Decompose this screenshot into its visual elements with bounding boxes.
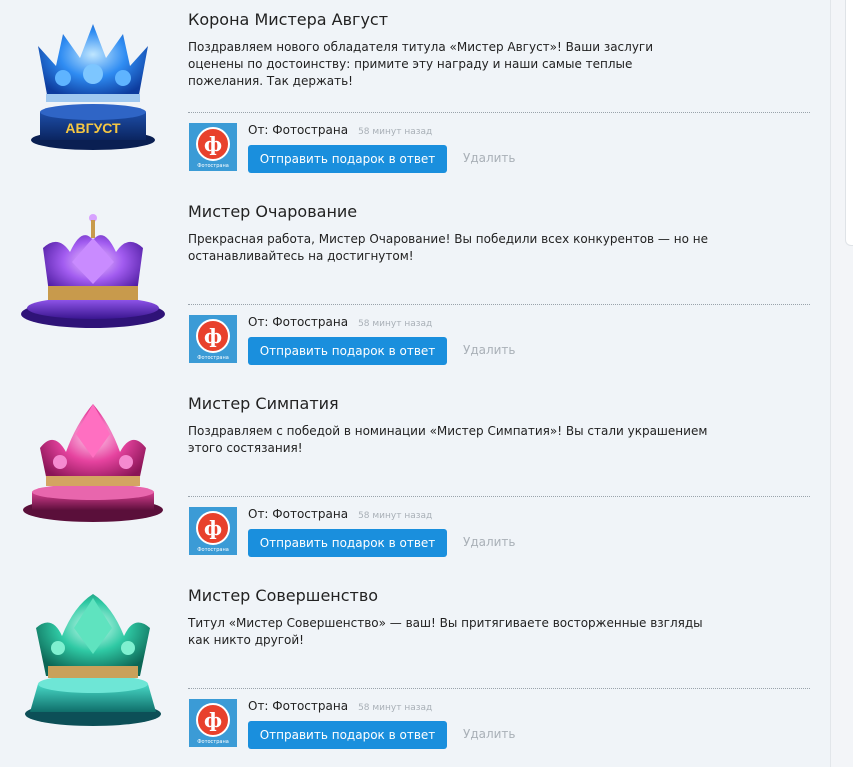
pink-crown-icon[interactable] xyxy=(18,400,168,540)
divider xyxy=(188,304,810,305)
send-gift-reply-button[interactable]: Отправить подарок в ответ xyxy=(248,337,447,365)
gift-title: Мистер Симпатия xyxy=(188,394,339,413)
gift-message: Поздравляем с победой в номинации «Мисте… xyxy=(188,424,708,455)
from-line: От: Фотострана 58 минут назад xyxy=(248,507,432,521)
from-label[interactable]: От: Фотострана xyxy=(248,507,348,521)
sender-avatar[interactable]: ф Фотострана xyxy=(189,315,237,363)
teal-crown-icon[interactable] xyxy=(18,588,168,728)
from-line: От: Фотострана 58 минут назад xyxy=(248,123,432,137)
divider xyxy=(188,496,810,497)
send-gift-reply-button[interactable]: Отправить подарок в ответ xyxy=(248,145,447,173)
from-label[interactable]: От: Фотострана xyxy=(248,123,348,137)
gifts-page: АВГУСТ Корона Мистера Август Поздравляем… xyxy=(0,0,853,767)
delete-link[interactable]: Удалить xyxy=(463,151,516,165)
delete-link[interactable]: Удалить xyxy=(463,343,516,357)
gift-message: Прекрасная работа, Мистер Очарование! Вы… xyxy=(188,232,708,263)
purple-crown-icon[interactable] xyxy=(18,212,168,352)
divider xyxy=(188,688,810,689)
crown-caption: АВГУСТ xyxy=(65,120,121,136)
gift-item: Мистер Очарование Прекрасная работа, Мис… xyxy=(0,194,830,386)
from-label[interactable]: От: Фотострана xyxy=(248,699,348,713)
gift-item: Мистер Совершенство Титул «Мистер Соверш… xyxy=(0,578,830,767)
send-gift-reply-button[interactable]: Отправить подарок в ответ xyxy=(248,721,447,749)
right-panel xyxy=(830,0,853,767)
gift-message: Титул «Мистер Совершенство» — ваш! Вы пр… xyxy=(188,616,703,647)
gift-item: Мистер Симпатия Поздравляем с победой в … xyxy=(0,386,830,578)
from-line: От: Фотострана 58 минут назад xyxy=(248,699,432,713)
send-gift-reply-button[interactable]: Отправить подарок в ответ xyxy=(248,529,447,557)
gift-time: 58 минут назад xyxy=(358,319,433,329)
sender-avatar[interactable]: ф Фотострана xyxy=(189,699,237,747)
fotostrana-logo-icon: ф xyxy=(196,319,230,353)
delete-link[interactable]: Удалить xyxy=(463,535,516,549)
right-panel-card xyxy=(845,0,853,246)
sender-logo-text: Фотострана xyxy=(197,547,229,553)
fotostrana-logo-icon: ф xyxy=(196,127,230,161)
fotostrana-logo-icon: ф xyxy=(196,511,230,545)
gift-item: АВГУСТ Корона Мистера Август Поздравляем… xyxy=(0,2,830,194)
gift-title: Корона Мистера Август xyxy=(188,10,389,29)
sender-avatar[interactable]: ф Фотострана xyxy=(189,123,237,171)
gift-time: 58 минут назад xyxy=(358,703,433,713)
gift-time: 58 минут назад xyxy=(358,127,433,137)
gift-time: 58 минут назад xyxy=(358,511,433,521)
divider xyxy=(188,112,810,113)
gift-message: Поздравляем нового обладателя титула «Ми… xyxy=(188,40,654,88)
sender-logo-text: Фотострана xyxy=(197,163,229,169)
sender-avatar[interactable]: ф Фотострана xyxy=(189,507,237,555)
from-label[interactable]: От: Фотострана xyxy=(248,315,348,329)
from-line: От: Фотострана 58 минут назад xyxy=(248,315,432,329)
fotostrana-logo-icon: ф xyxy=(196,703,230,737)
sender-logo-text: Фотострана xyxy=(197,739,229,745)
sender-logo-text: Фотострана xyxy=(197,355,229,361)
delete-link[interactable]: Удалить xyxy=(463,727,516,741)
gift-title: Мистер Очарование xyxy=(188,202,358,221)
gift-title: Мистер Совершенство xyxy=(188,586,379,605)
blue-crown-icon[interactable]: АВГУСТ xyxy=(18,16,168,156)
